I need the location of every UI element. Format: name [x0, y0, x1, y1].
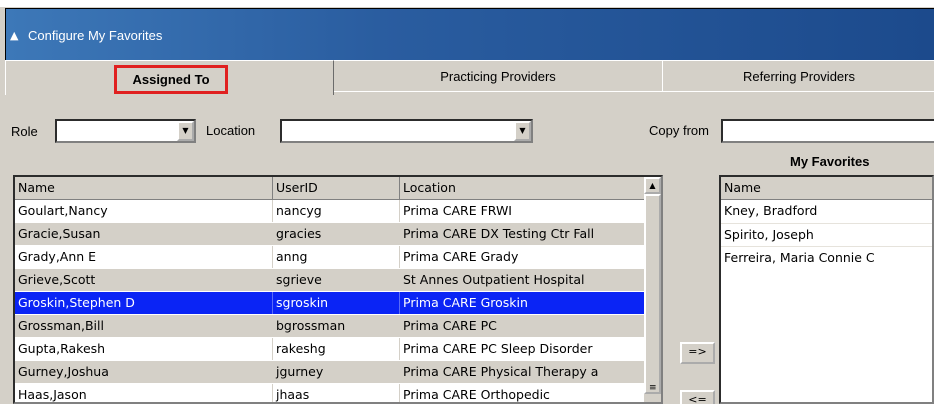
table-row[interactable]: Gracie,Susan gracies Prima CARE DX Testi…	[15, 223, 646, 245]
available-users-grid[interactable]: Name UserID Location Goulart,Nancy nancy…	[13, 175, 663, 404]
favorites-column-header-name[interactable]: Name	[721, 177, 932, 199]
row-name: Haas,Jason	[15, 384, 273, 402]
table-row[interactable]: Gurney,Joshua jgurney Prima CARE Physica…	[15, 361, 646, 383]
assigned-to-highlight[interactable]: Assigned To	[114, 65, 228, 94]
favorite-row[interactable]: Kney, Bradford	[721, 200, 932, 222]
tab-referring-providers-label: Referring Providers	[743, 69, 855, 84]
column-header-name[interactable]: Name	[15, 177, 273, 199]
remove-from-favorites-button[interactable]: <=	[680, 390, 715, 404]
favorite-row[interactable]: Ferreira, Maria Connie C	[721, 246, 932, 269]
favorite-name: Kney, Bradford	[721, 200, 932, 222]
tab-referring-providers[interactable]: Referring Providers	[662, 60, 934, 91]
title-bar[interactable]: ▲ Configure My Favorites	[5, 8, 934, 61]
favorite-row[interactable]: Spirito, Joseph	[721, 223, 932, 246]
row-userid: nancyg	[273, 200, 400, 222]
row-userid: sgrieve	[273, 269, 400, 291]
scroll-up-icon[interactable]: ▲	[644, 177, 661, 194]
my-favorites-grid[interactable]: Name Kney, Bradford Spirito, Joseph Ferr…	[719, 175, 934, 404]
copy-from-dropdown[interactable]	[721, 119, 934, 143]
column-header-userid[interactable]: UserID	[273, 177, 400, 199]
row-location: Prima CARE DX Testing Ctr Fall	[400, 223, 646, 245]
row-userid: jhaas	[273, 384, 400, 402]
row-name: Goulart,Nancy	[15, 200, 273, 222]
row-location: Prima CARE Grady	[400, 246, 646, 268]
row-name: Groskin,Stephen D	[15, 292, 273, 314]
row-name: Grieve,Scott	[15, 269, 273, 291]
row-location: St Annes Outpatient Hospital	[400, 269, 646, 291]
role-label: Role	[11, 124, 38, 139]
row-userid: sgroskin	[273, 292, 400, 314]
table-row[interactable]: Gupta,Rakesh rakeshg Prima CARE PC Sleep…	[15, 338, 646, 360]
chevron-down-icon[interactable]: ▼	[177, 121, 194, 141]
table-row[interactable]: Grady,Ann E anng Prima CARE Grady	[15, 246, 646, 268]
table-row[interactable]: Grieve,Scott sgrieve St Annes Outpatient…	[15, 269, 646, 291]
favorites-grid-header: Name	[721, 177, 932, 200]
row-location: Prima CARE PC Sleep Disorder	[400, 338, 646, 360]
add-to-favorites-button[interactable]: =>	[680, 342, 715, 364]
row-name: Gracie,Susan	[15, 223, 273, 245]
window-icon: ▲	[10, 29, 19, 42]
column-header-location[interactable]: Location	[400, 177, 646, 199]
tab-panel-edge	[332, 91, 934, 92]
tab-assigned-to-label: Assigned To	[132, 72, 210, 87]
vertical-scrollbar[interactable]: ▲ ≡	[644, 177, 661, 402]
row-userid: bgrossman	[273, 315, 400, 337]
table-row-selected[interactable]: Groskin,Stephen D sgroskin Prima CARE Gr…	[15, 292, 646, 314]
tab-practicing-providers-label: Practicing Providers	[440, 69, 556, 84]
table-row[interactable]: Grossman,Bill bgrossman Prima CARE PC	[15, 315, 646, 337]
chevron-down-icon[interactable]: ▼	[514, 121, 531, 141]
tab-practicing-providers[interactable]: Practicing Providers	[332, 60, 664, 91]
window-title: Configure My Favorites	[28, 28, 163, 43]
grip-icon: ≡	[649, 383, 657, 393]
row-location: Prima CARE Groskin	[400, 292, 646, 314]
my-favorites-title: My Favorites	[790, 154, 870, 169]
row-name: Gupta,Rakesh	[15, 338, 273, 360]
location-label: Location	[206, 123, 256, 138]
role-dropdown[interactable]: ▼	[55, 119, 196, 143]
row-location: Prima CARE Orthopedic	[400, 384, 646, 402]
row-name: Gurney,Joshua	[15, 361, 273, 383]
table-row[interactable]: Haas,Jason jhaas Prima CARE Orthopedic	[15, 384, 646, 402]
favorite-name: Spirito, Joseph	[721, 224, 932, 246]
grid-header: Name UserID Location	[15, 177, 661, 200]
row-location: Prima CARE Physical Therapy a	[400, 361, 646, 383]
scroll-thumb[interactable]: ≡	[644, 194, 661, 394]
row-userid: rakeshg	[273, 338, 400, 360]
location-dropdown[interactable]: ▼	[280, 119, 533, 143]
configure-favorites-window: ▲ Configure My Favorites Assigned To Pra…	[0, 0, 934, 404]
row-name: Grossman,Bill	[15, 315, 273, 337]
top-border	[0, 0, 934, 7]
table-row[interactable]: Goulart,Nancy nancyg Prima CARE FRWI	[15, 200, 646, 222]
copy-from-label: Copy from	[649, 123, 709, 138]
row-userid: jgurney	[273, 361, 400, 383]
row-name: Grady,Ann E	[15, 246, 273, 268]
row-location: Prima CARE FRWI	[400, 200, 646, 222]
row-location: Prima CARE PC	[400, 315, 646, 337]
favorite-name: Ferreira, Maria Connie C	[721, 247, 932, 269]
row-userid: gracies	[273, 223, 400, 245]
row-userid: anng	[273, 246, 400, 268]
